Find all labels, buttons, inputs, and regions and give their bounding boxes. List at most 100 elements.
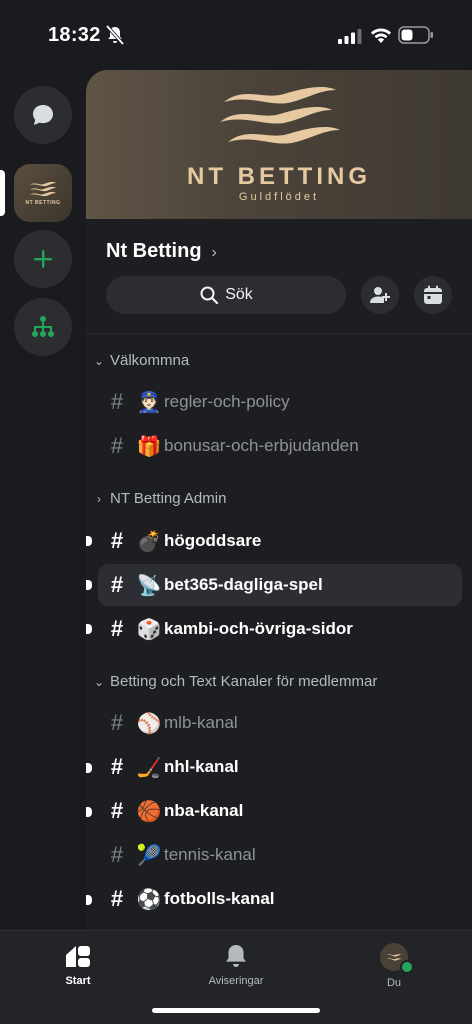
channel-kambi-och-ovriga-sidor[interactable]: # 🎲 kambi-och-övriga-sidor [98, 608, 462, 650]
hashtag-icon: # [110, 572, 124, 597]
hashtag-icon: # [110, 616, 124, 641]
channel-nhl-kanal[interactable]: # 🏒 nhl-kanal [98, 746, 462, 788]
baseball-emoji-icon: ⚾ [136, 712, 162, 735]
add-server-button[interactable] [14, 230, 72, 288]
category-label: Betting och Text Kanaler för medlemmar [110, 673, 378, 690]
hashtag-icon: # [110, 710, 124, 735]
category-betting-och-text-kanaler[interactable]: ⌄ Betting och Text Kanaler för medlemmar [94, 673, 377, 690]
channel-panel: NT BETTING Guldflödet Nt Betting › Sök ⌄… [86, 70, 472, 930]
channel-label: kambi-och-övriga-sidor [164, 619, 353, 638]
channel-regler-och-policy[interactable]: # 👮🏻 regler-och-policy [98, 381, 462, 423]
unread-indicator [86, 895, 92, 905]
channel-label: regler-och-policy [164, 392, 290, 411]
nav-notifications[interactable]: Aviseringar [176, 943, 296, 987]
chevron-right-icon: › [211, 243, 217, 261]
server-icon-nt-betting[interactable]: NT BETTING [14, 164, 72, 222]
channel-nba-kanal[interactable]: # 🏀 nba-kanal [98, 790, 462, 832]
channel-label: nba-kanal [164, 801, 244, 820]
avatar [380, 943, 414, 974]
channel-label: bonusar-och-erbjudanden [164, 436, 359, 455]
nav-notifications-label: Aviseringar [208, 975, 264, 987]
hashtag-icon: # [110, 842, 124, 867]
waves-logo-icon [387, 954, 401, 961]
search-button[interactable]: Sök [106, 276, 346, 314]
bell-icon [226, 945, 246, 967]
server-header[interactable]: Nt Betting › [106, 240, 217, 263]
app-root: 18:32 NT BETTING NT BETTING Guldflödet N… [0, 0, 472, 1024]
chevron-down-icon: ⌄ [94, 674, 105, 689]
waves-logo-icon [30, 181, 56, 197]
channel-label: bet365-dagliga-spel [164, 575, 323, 594]
nav-start[interactable]: Start [18, 943, 138, 987]
unread-indicator [86, 536, 92, 546]
wifi-icon [371, 28, 391, 43]
banner-subtitle: Guldflödet [238, 191, 320, 203]
plus-icon [34, 250, 52, 268]
hashtag-icon: # [110, 433, 124, 458]
hashtag-icon: # [110, 754, 124, 779]
banner-title: NT BETTING [187, 163, 371, 190]
chat-bubble-icon [33, 105, 53, 125]
category-label: NT Betting Admin [110, 490, 227, 507]
channel-hogoddsare[interactable]: # 💣 högoddsare [98, 520, 462, 562]
category-nt-betting-admin[interactable]: › NT Betting Admin [94, 490, 226, 507]
selected-server-indicator [0, 170, 5, 216]
battery-icon [398, 26, 433, 44]
channel-bonusar-och-erbjudanden[interactable]: # 🎁 bonusar-och-erbjudanden [98, 425, 462, 467]
explore-servers-button[interactable] [14, 298, 72, 356]
category-label: Välkommna [110, 352, 190, 369]
chevron-down-icon: ⌄ [94, 353, 105, 368]
hashtag-icon: # [110, 798, 124, 823]
server-icon-text: NT BETTING [25, 200, 61, 206]
basketball-emoji-icon: 🏀 [136, 800, 162, 823]
channel-bet365-dagliga-spel[interactable]: # 📡 bet365-dagliga-spel [98, 564, 462, 606]
home-servers-icon [66, 946, 90, 967]
server-banner[interactable]: NT BETTING Guldflödet [86, 70, 472, 219]
category-valkommna[interactable]: ⌄ Välkommna [94, 352, 189, 369]
gift-emoji-icon: 🎁 [136, 435, 162, 458]
events-button[interactable] [414, 276, 452, 314]
soccer-ball-emoji-icon: ⚽ [136, 888, 162, 911]
direct-messages-button[interactable] [14, 86, 72, 144]
unread-indicator [86, 624, 92, 634]
search-icon [200, 286, 219, 305]
police-officer-emoji-icon: 👮🏻 [136, 391, 162, 414]
channel-label: nhl-kanal [164, 757, 239, 776]
cellular-signal-icon [338, 29, 362, 44]
unread-indicator [86, 580, 92, 590]
header-divider [86, 333, 472, 334]
channel-label: tennis-kanal [164, 845, 256, 864]
add-user-icon [370, 287, 390, 303]
tennis-ball-emoji-icon: 🎾 [136, 844, 162, 867]
channel-label: mlb-kanal [164, 713, 238, 732]
nav-you-label: Du [386, 977, 402, 989]
server-name: Nt Betting [106, 240, 202, 262]
server-rail: NT BETTING [0, 70, 86, 930]
hashtag-icon: # [110, 528, 124, 553]
calendar-icon [424, 285, 442, 304]
waves-logo-icon [220, 87, 340, 144]
unread-indicator [86, 763, 92, 773]
online-status-badge [400, 960, 414, 974]
channel-tennis-kanal[interactable]: # 🎾 tennis-kanal [98, 834, 462, 876]
chevron-right-icon: › [97, 491, 101, 506]
home-indicator [152, 1008, 320, 1013]
search-label: Sök [225, 286, 253, 303]
unread-indicator [86, 807, 92, 817]
channel-mlb-kanal[interactable]: # ⚾ mlb-kanal [98, 702, 462, 744]
status-time: 18:32 [48, 24, 101, 46]
nav-start-label: Start [65, 975, 91, 987]
hockey-emoji-icon: 🏒 [136, 756, 162, 779]
channel-fotbolls-kanal[interactable]: # ⚽ fotbolls-kanal [98, 878, 462, 920]
hub-tree-icon [32, 316, 54, 337]
status-bar: 18:32 [0, 0, 472, 70]
invite-members-button[interactable] [361, 276, 399, 314]
hashtag-icon: # [110, 389, 124, 414]
channel-label: fotbolls-kanal [164, 889, 275, 908]
nav-you[interactable]: Du [334, 943, 454, 989]
channel-label: högoddsare [164, 531, 262, 550]
satellite-dish-emoji-icon: 📡 [136, 574, 162, 597]
bomb-emoji-icon: 💣 [136, 530, 162, 553]
dice-emoji-icon: 🎲 [136, 618, 162, 641]
muted-bell-icon [106, 25, 124, 45]
